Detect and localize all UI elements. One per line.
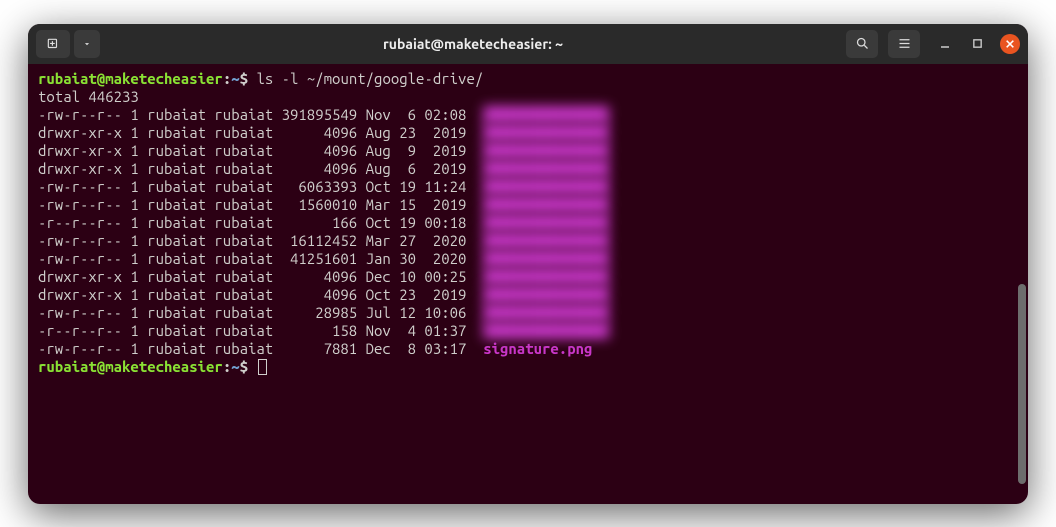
ls-row: -r--r--r-- 1 rubaiat rubaiat 158 Nov 4 0… [38, 322, 1018, 340]
file-name: ███████████████ [483, 322, 609, 339]
ls-row: -rw-r--r-- 1 rubaiat rubaiat 7881 Dec 8 … [38, 340, 1018, 358]
file-name: ███████████████ [483, 178, 609, 195]
tab-dropdown-button[interactable] [74, 30, 100, 58]
prompt-line[interactable]: rubaiat@maketecheasier:~$ [38, 358, 1018, 376]
file-name: ███████████████ [483, 124, 609, 141]
scrollbar-thumb[interactable] [1018, 284, 1026, 484]
cursor [258, 359, 267, 375]
file-name: ███████████████ [483, 232, 609, 249]
ls-row: -r--r--r-- 1 rubaiat rubaiat 166 Oct 19 … [38, 214, 1018, 232]
ls-row: drwxr-xr-x 1 rubaiat rubaiat 4096 Aug 23… [38, 124, 1018, 142]
file-name: ███████████████ [483, 250, 609, 267]
terminal-window: rubaiat@maketecheasier: ~ rubaiat@mak [28, 24, 1028, 504]
ls-row: -rw-r--r-- 1 rubaiat rubaiat 41251601 Ja… [38, 250, 1018, 268]
file-name: ███████████████ [483, 142, 609, 159]
window-title: rubaiat@maketecheasier: ~ [100, 36, 846, 52]
ls-row: -rw-r--r-- 1 rubaiat rubaiat 1560010 Mar… [38, 196, 1018, 214]
ls-row: drwxr-xr-x 1 rubaiat rubaiat 4096 Aug 6 … [38, 160, 1018, 178]
ls-row: -rw-r--r-- 1 rubaiat rubaiat 28985 Jul 1… [38, 304, 1018, 322]
output-line: total 446233 [38, 88, 1018, 106]
file-name: ███████████████ [483, 214, 609, 231]
new-tab-button[interactable] [36, 30, 70, 58]
ls-row: -rw-r--r-- 1 rubaiat rubaiat 391895549 N… [38, 106, 1018, 124]
file-name: ███████████████ [483, 286, 609, 303]
ls-row: -rw-r--r-- 1 rubaiat rubaiat 6063393 Oct… [38, 178, 1018, 196]
file-name: ███████████████ [483, 304, 609, 321]
ls-row: drwxr-xr-x 1 rubaiat rubaiat 4096 Oct 23… [38, 286, 1018, 304]
search-button[interactable] [846, 30, 878, 58]
file-name: ███████████████ [483, 106, 609, 123]
file-name: signature.png [483, 340, 592, 357]
file-name: ███████████████ [483, 268, 609, 285]
file-name: ███████████████ [483, 160, 609, 177]
maximize-button[interactable] [968, 35, 986, 53]
menu-button[interactable] [888, 30, 920, 58]
file-name: ███████████████ [483, 196, 609, 213]
command-line: rubaiat@maketecheasier:~$ ls -l ~/mount/… [38, 70, 1018, 88]
terminal-body[interactable]: rubaiat@maketecheasier:~$ ls -l ~/mount/… [28, 64, 1028, 504]
titlebar: rubaiat@maketecheasier: ~ [28, 24, 1028, 64]
ls-row: -rw-r--r-- 1 rubaiat rubaiat 16112452 Ma… [38, 232, 1018, 250]
minimize-button[interactable] [936, 35, 954, 53]
scrollbar-track [1018, 64, 1026, 496]
ls-row: drwxr-xr-x 1 rubaiat rubaiat 4096 Aug 9 … [38, 142, 1018, 160]
ls-row: drwxr-xr-x 1 rubaiat rubaiat 4096 Dec 10… [38, 268, 1018, 286]
close-button[interactable] [1000, 34, 1020, 54]
